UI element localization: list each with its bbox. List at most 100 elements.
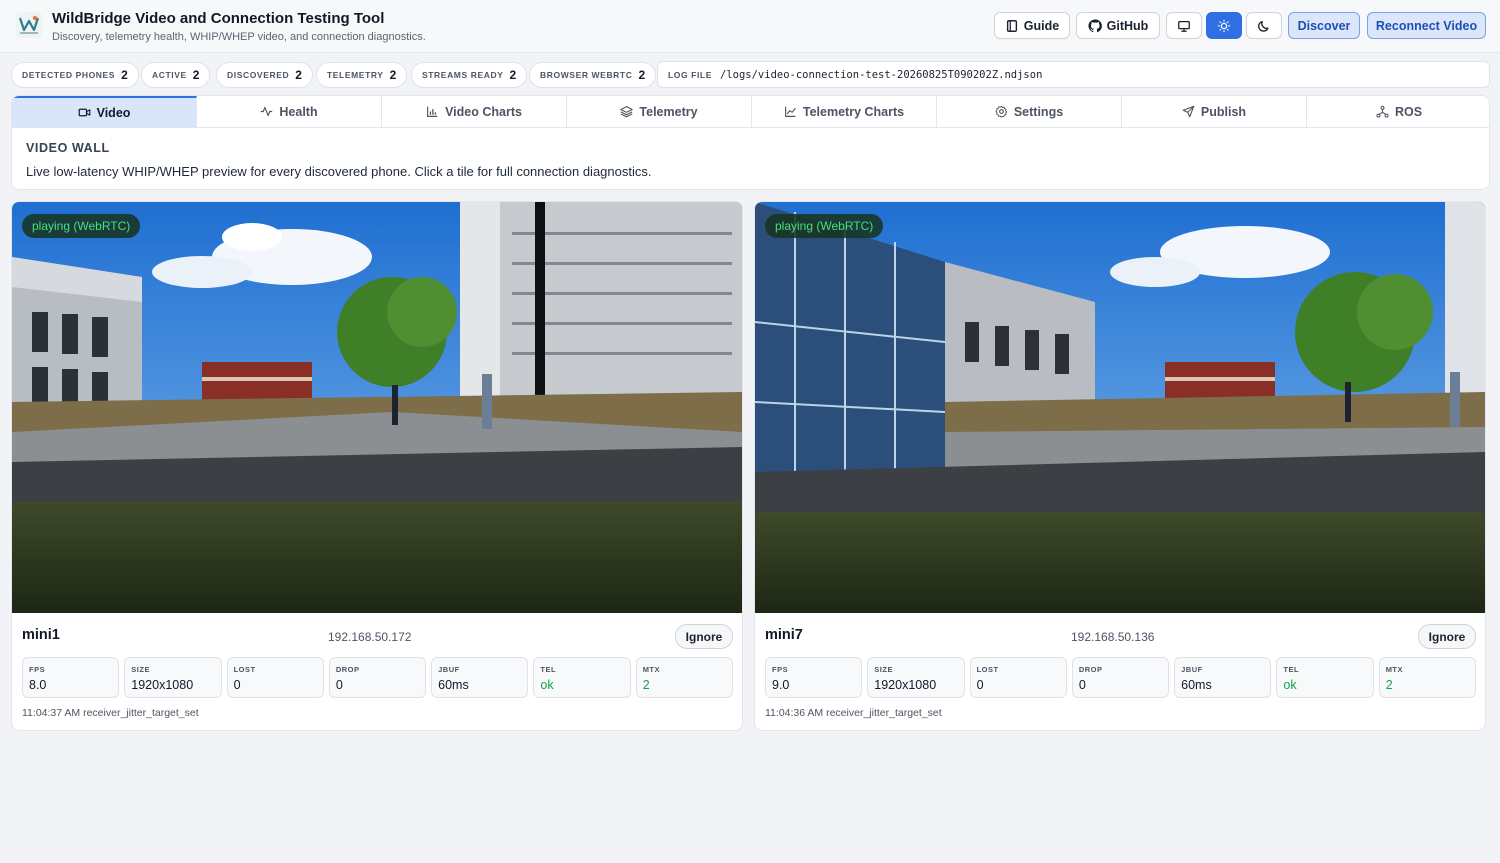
stat-streams-ready: STREAMS READY 2 bbox=[411, 62, 528, 88]
video-preview[interactable]: playing (WebRTC) bbox=[755, 202, 1485, 613]
github-icon bbox=[1088, 18, 1102, 32]
tab-telemetry-charts[interactable]: Telemetry Charts bbox=[752, 96, 937, 127]
metric-key: DROP bbox=[1078, 665, 1103, 674]
metric-key: MTX bbox=[1385, 665, 1404, 674]
tab-label: Telemetry bbox=[639, 104, 698, 119]
stat-label: TELEMETRY bbox=[327, 70, 384, 80]
main-panel: Video Health Video Charts Telemetry Tele… bbox=[11, 95, 1490, 190]
metric-value: 9.0 bbox=[772, 678, 790, 692]
github-button[interactable]: GitHub bbox=[1076, 12, 1160, 39]
metric-value: 60ms bbox=[438, 678, 469, 692]
metric-value: 0 bbox=[1078, 678, 1086, 692]
device-card-mini1[interactable]: playing (WebRTC) mini1 192.168.50.172 Ig… bbox=[11, 201, 743, 731]
metric-key: SIZE bbox=[874, 665, 893, 674]
sun-icon bbox=[1217, 19, 1231, 32]
stat-value: 2 bbox=[295, 68, 302, 82]
metrics-row: FPS 8.0 SIZE 1920x1080 LOST 0 DROP 0 JBUF 60m… bbox=[22, 657, 733, 698]
stream-status-badge: playing (WebRTC) bbox=[22, 214, 141, 238]
metrics-row: FPS 9.0 SIZE 1920x1080 LOST 0 DROP 0 JBUF 60m… bbox=[765, 657, 1476, 698]
metric-key: SIZE bbox=[131, 665, 150, 674]
network-icon bbox=[1376, 105, 1389, 118]
metric-mtx: MTX 2 bbox=[1378, 657, 1476, 698]
gear-icon bbox=[995, 105, 1008, 118]
send-icon bbox=[1182, 105, 1195, 118]
metric-value: 0 bbox=[233, 678, 241, 692]
theme-light-button[interactable] bbox=[1206, 12, 1242, 39]
metric-mtx: MTX 2 bbox=[635, 657, 733, 698]
app-title: WildBridge Video and Connection Testing … bbox=[52, 10, 385, 27]
metric-fps: FPS 9.0 bbox=[765, 657, 863, 698]
log-file-path: /logs/video-connection-test-20260825T090… bbox=[720, 68, 1043, 81]
last-event: 11:04:37 AM receiver_jitter_target_set bbox=[22, 707, 199, 719]
tab-video[interactable]: Video bbox=[12, 96, 197, 127]
log-file: LOG FILE /logs/video-connection-test-202… bbox=[657, 61, 1490, 88]
stat-browser-webrtc: BROWSER WEBRTC 2 bbox=[529, 62, 657, 88]
theme-dark-button[interactable] bbox=[1246, 12, 1282, 39]
metric-key: LOST bbox=[233, 665, 256, 674]
theme-system-button[interactable] bbox=[1166, 12, 1202, 39]
stat-value: 2 bbox=[638, 68, 646, 82]
stat-value: 2 bbox=[121, 68, 128, 82]
metric-key: MTX bbox=[642, 665, 661, 674]
video-preview[interactable]: playing (WebRTC) bbox=[12, 202, 742, 613]
last-event: 11:04:36 AM receiver_jitter_target_set bbox=[765, 707, 942, 719]
github-label: GitHub bbox=[1106, 18, 1149, 33]
metric-lost: LOST 0 bbox=[226, 657, 324, 698]
stat-label: DETECTED PHONES bbox=[22, 70, 116, 80]
ignore-button[interactable]: Ignore bbox=[675, 624, 733, 649]
metric-lost: LOST 0 bbox=[969, 657, 1067, 698]
tab-label: Telemetry Charts bbox=[802, 104, 905, 119]
wildbridge-logo-icon bbox=[16, 12, 42, 38]
stat-label: DISCOVERED bbox=[227, 70, 290, 80]
metric-size: SIZE 1920x1080 bbox=[124, 657, 222, 698]
log-file-label: LOG FILE bbox=[668, 69, 712, 80]
metric-key: TEL bbox=[1283, 665, 1300, 674]
tab-video-charts[interactable]: Video Charts bbox=[382, 96, 567, 127]
stat-value: 2 bbox=[509, 68, 517, 82]
metric-jbuf: JBUF 60ms bbox=[1174, 657, 1272, 698]
metric-value: 8.0 bbox=[29, 678, 47, 692]
tab-health[interactable]: Health bbox=[197, 96, 382, 127]
metric-value: 2 bbox=[1385, 678, 1393, 692]
tab-publish[interactable]: Publish bbox=[1122, 96, 1307, 127]
metric-key: LOST bbox=[976, 665, 999, 674]
app-subtitle: Discovery, telemetry health, WHIP/WHEP v… bbox=[52, 31, 426, 43]
section-description: Live low-latency WHIP/WHEP preview for e… bbox=[26, 164, 652, 179]
metric-value: 1920x1080 bbox=[874, 678, 937, 692]
metric-value: ok bbox=[540, 678, 554, 692]
book-icon bbox=[1006, 19, 1017, 32]
metric-jbuf: JBUF 60ms bbox=[431, 657, 529, 698]
guide-label: Guide bbox=[1023, 18, 1060, 33]
tab-settings[interactable]: Settings bbox=[937, 96, 1122, 127]
tab-label: Settings bbox=[1013, 104, 1064, 119]
guide-button[interactable]: Guide bbox=[994, 12, 1070, 39]
metric-fps: FPS 8.0 bbox=[22, 657, 120, 698]
metric-value: 60ms bbox=[1181, 678, 1212, 692]
ignore-button[interactable]: Ignore bbox=[1418, 624, 1476, 649]
metric-value: 1920x1080 bbox=[131, 678, 194, 692]
tab-bar: Video Health Video Charts Telemetry Tele… bbox=[12, 96, 1489, 128]
discover-button[interactable]: Discover bbox=[1288, 12, 1360, 39]
metric-value: 0 bbox=[335, 678, 343, 692]
stream-status-badge: playing (WebRTC) bbox=[765, 214, 884, 238]
section-title: VIDEO WALL bbox=[26, 141, 110, 155]
metric-key: JBUF bbox=[438, 665, 460, 674]
device-ip: 192.168.50.136 bbox=[1071, 630, 1155, 644]
layers-icon bbox=[620, 106, 634, 118]
device-card-mini7[interactable]: playing (WebRTC) mini7 192.168.50.136 Ig… bbox=[754, 201, 1486, 731]
reconnect-video-button[interactable]: Reconnect Video bbox=[1367, 12, 1486, 39]
tab-ros[interactable]: ROS bbox=[1307, 96, 1489, 127]
video-icon bbox=[78, 108, 90, 117]
app-header: WildBridge Video and Connection Testing … bbox=[0, 0, 1500, 53]
tab-telemetry[interactable]: Telemetry bbox=[567, 96, 752, 127]
video-frame bbox=[755, 202, 1485, 613]
metric-tel: TEL ok bbox=[1276, 657, 1374, 698]
metric-key: DROP bbox=[335, 665, 360, 674]
stat-discovered: DISCOVERED 2 bbox=[216, 62, 313, 88]
stat-value: 2 bbox=[389, 68, 397, 82]
tab-label: Video Charts bbox=[445, 104, 522, 119]
tab-label: Video bbox=[96, 105, 131, 120]
metric-tel: TEL ok bbox=[533, 657, 631, 698]
moon-icon bbox=[1258, 20, 1269, 32]
tab-label: ROS bbox=[1394, 104, 1423, 119]
